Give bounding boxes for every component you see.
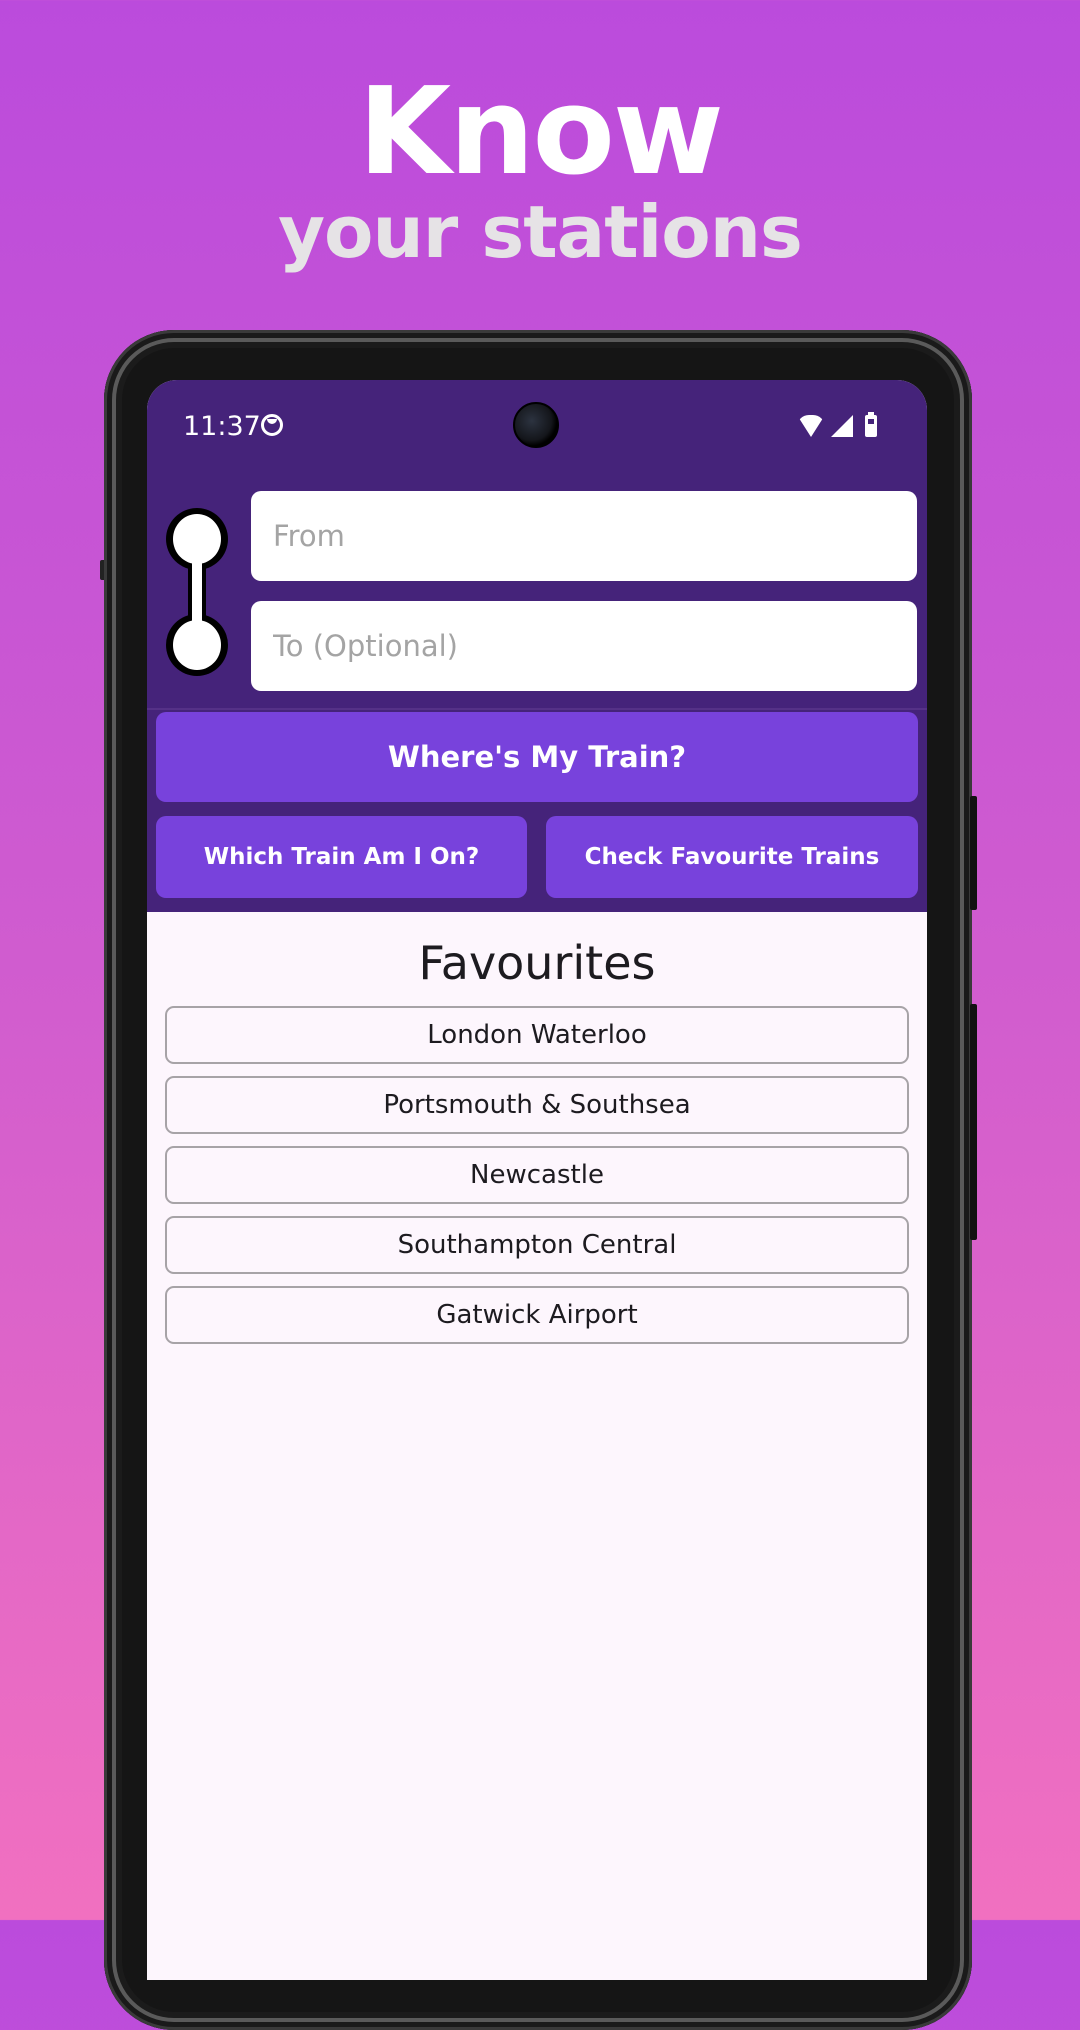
- phone-power-button: [970, 796, 977, 910]
- battery-icon: [865, 412, 877, 437]
- which-train-am-i-on-button[interactable]: Which Train Am I On?: [156, 816, 527, 898]
- app-notification-icon: [261, 414, 283, 436]
- promo-headline: Know: [358, 63, 724, 202]
- favourite-station-item[interactable]: Gatwick Airport: [165, 1286, 909, 1344]
- favourites-list: London Waterloo Portsmouth & Southsea Ne…: [165, 1006, 909, 1356]
- favourite-station-item[interactable]: London Waterloo: [165, 1006, 909, 1064]
- camera-cutout: [513, 402, 559, 448]
- header-divider: [147, 708, 927, 710]
- favourite-station-item[interactable]: Newcastle: [165, 1146, 909, 1204]
- to-input[interactable]: [251, 601, 917, 691]
- status-icons: [797, 412, 877, 438]
- status-time: 11:37: [183, 411, 261, 442]
- wheres-my-train-button[interactable]: Where's My Train?: [156, 712, 918, 802]
- phone-screen: 11:37 Where's My Train? Which Train Am I…: [147, 380, 927, 1980]
- app-header: 11:37 Where's My Train? Which Train Am I…: [147, 380, 927, 912]
- check-favourite-trains-button[interactable]: Check Favourite Trains: [546, 816, 918, 898]
- route-icon: [166, 508, 228, 676]
- promo-subheadline: your stations: [278, 190, 803, 274]
- signal-icon: [831, 415, 853, 437]
- phone-volume-button: [970, 1004, 977, 1240]
- favourite-station-item[interactable]: Southampton Central: [165, 1216, 909, 1274]
- from-input[interactable]: [251, 491, 917, 581]
- favourite-station-item[interactable]: Portsmouth & Southsea: [165, 1076, 909, 1134]
- wifi-icon: [797, 415, 825, 437]
- favourites-title: Favourites: [418, 936, 656, 990]
